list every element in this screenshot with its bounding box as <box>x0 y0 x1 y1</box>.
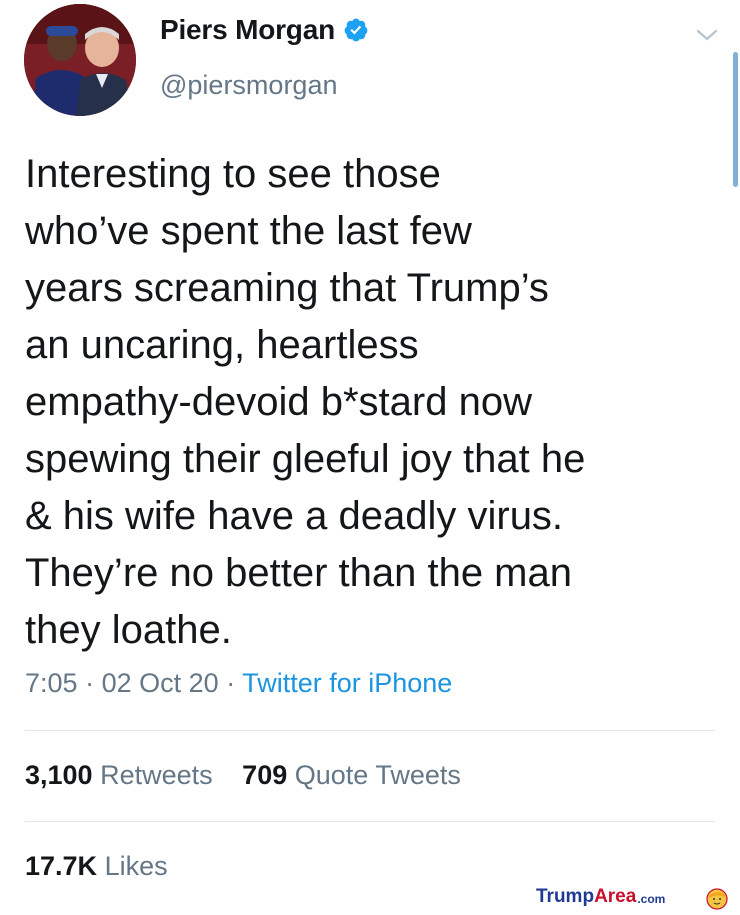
tweet-menu-button[interactable] <box>694 22 720 48</box>
quote-tweets-label: Quote Tweets <box>294 760 461 790</box>
stats-row-retweets: 3,100 Retweets 709 Quote Tweets <box>25 760 483 791</box>
divider <box>25 730 715 731</box>
retweets-label: Retweets <box>100 760 213 790</box>
author-handle[interactable]: @piersmorgan <box>160 70 337 101</box>
avatar[interactable] <box>24 4 136 116</box>
watermark-area: Area <box>594 886 637 907</box>
author-name[interactable]: Piers Morgan <box>160 14 335 46</box>
tweet-date[interactable]: 02 Oct 20 <box>102 668 219 698</box>
avatar-photo <box>24 4 136 116</box>
trump-face-icon <box>706 888 728 915</box>
watermark: Trump Area .com <box>536 886 665 908</box>
stats-row-likes: 17.7K Likes <box>25 851 190 882</box>
watermark-trump: Trump <box>536 886 595 907</box>
verified-badge-icon <box>343 17 369 43</box>
quote-tweets-count: 709 <box>242 760 288 790</box>
likes-count: 17.7K <box>25 851 98 881</box>
retweets-count: 3,100 <box>25 760 93 790</box>
meta-separator: · <box>226 668 236 698</box>
tweet-source-link[interactable]: Twitter for iPhone <box>242 668 452 698</box>
chevron-down-icon <box>696 29 718 41</box>
tweet-meta: 7:05 · 02 Oct 20 · Twitter for iPhone <box>25 668 452 699</box>
scrollbar[interactable] <box>733 52 738 187</box>
watermark-com: .com <box>637 892 666 906</box>
quote-tweets-stat[interactable]: 709 Quote Tweets <box>242 760 461 790</box>
divider <box>25 821 715 822</box>
likes-label: Likes <box>104 851 168 881</box>
tweet-time[interactable]: 7:05 <box>25 668 78 698</box>
retweets-stat[interactable]: 3,100 Retweets <box>25 760 220 790</box>
tweet-text: Interesting to see those who’ve spent th… <box>25 152 586 652</box>
likes-stat[interactable]: 17.7K Likes <box>25 851 168 881</box>
meta-separator: · <box>85 668 95 698</box>
author-row: Piers Morgan <box>160 14 369 46</box>
